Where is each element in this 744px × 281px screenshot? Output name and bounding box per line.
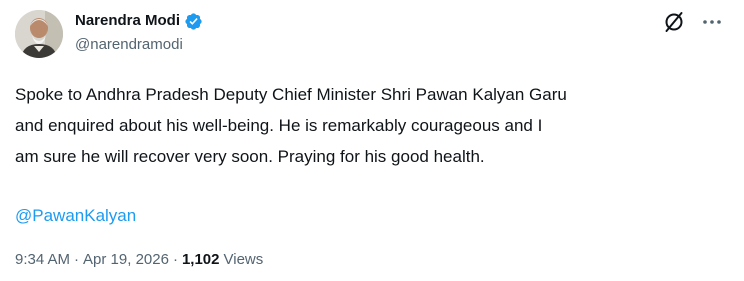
post-text: Spoke to Andhra Pradesh Deputy Chief Min… xyxy=(15,85,567,166)
mention-link[interactable]: @PawanKalyan xyxy=(15,200,136,231)
meta-separator: · xyxy=(172,251,178,268)
post-time[interactable]: 9:34 AM xyxy=(15,250,70,270)
handle[interactable]: @narendramodi xyxy=(75,35,183,55)
name-row: Narendra Modi xyxy=(75,11,203,31)
meta-separator: · xyxy=(74,251,80,268)
grok-icon[interactable] xyxy=(662,10,686,34)
more-icon[interactable] xyxy=(700,10,724,34)
post-date[interactable]: Apr 19, 2026 xyxy=(83,250,169,270)
avatar-image xyxy=(15,10,63,58)
views-label: Views xyxy=(223,251,264,268)
avatar[interactable] xyxy=(15,10,63,58)
tweet: Narendra Modi @narendramodi Spoke to And… xyxy=(0,0,744,281)
post-meta: 9:34 AM · Apr 19, 2026 · 1,102 Views xyxy=(15,250,263,270)
display-name[interactable]: Narendra Modi xyxy=(75,11,180,31)
verified-badge-icon xyxy=(184,12,203,31)
views-count: 1,102 xyxy=(181,251,220,268)
